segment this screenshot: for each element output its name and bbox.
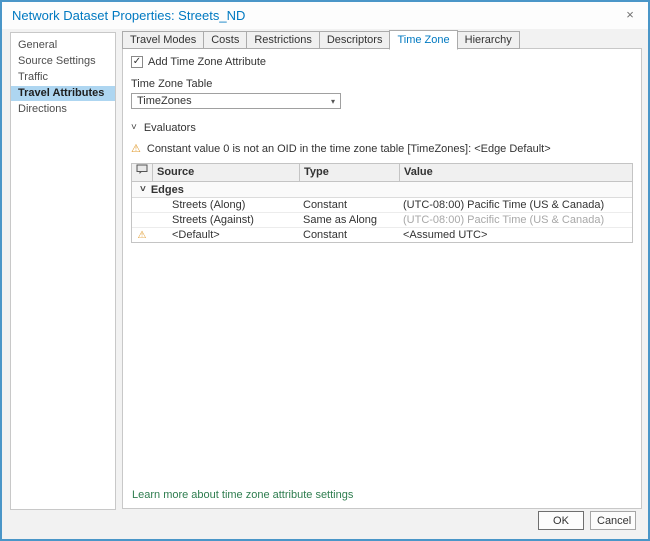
chevron-down-icon: ˅ bbox=[140, 185, 146, 195]
tab-hierarchy[interactable]: Hierarchy bbox=[458, 31, 520, 49]
value-cell: <Assumed UTC> bbox=[399, 229, 632, 241]
cancel-button[interactable]: Cancel bbox=[590, 511, 636, 530]
title-bar: Network Dataset Properties: Streets_ND × bbox=[2, 2, 648, 29]
table-row[interactable]: Streets (Along) Constant (UTC-08:00) Pac… bbox=[132, 198, 632, 213]
type-cell: Constant bbox=[299, 199, 399, 211]
tab-descriptors[interactable]: Descriptors bbox=[319, 31, 390, 49]
warning-icon: ⚠ bbox=[138, 230, 147, 241]
sidebar-item-traffic[interactable]: Traffic bbox=[11, 70, 115, 85]
source-cell: Streets (Against) bbox=[152, 214, 299, 226]
sidebar-item-travel-attributes[interactable]: Travel Attributes bbox=[11, 86, 115, 101]
value-cell: (UTC-08:00) Pacific Time (US & Canada) bbox=[399, 214, 632, 226]
evaluators-table: Source Type Value ˅ Edges Streets (Along… bbox=[131, 163, 633, 243]
chevron-down-icon: ˅ bbox=[131, 123, 137, 133]
time-zone-table-value: TimeZones bbox=[137, 95, 192, 107]
comment-icon bbox=[136, 164, 148, 175]
source-cell: Streets (Along) bbox=[152, 199, 299, 211]
type-cell: Same as Along bbox=[299, 214, 399, 226]
add-time-zone-attribute-checkbox[interactable]: ✓ bbox=[131, 56, 143, 68]
close-icon: × bbox=[626, 7, 634, 22]
type-cell: Constant bbox=[299, 229, 399, 241]
sidebar-item-directions[interactable]: Directions bbox=[11, 102, 115, 117]
table-row[interactable]: Streets (Against) Same as Along (UTC-08:… bbox=[132, 213, 632, 228]
tab-restrictions[interactable]: Restrictions bbox=[246, 31, 318, 49]
checkmark-icon: ✓ bbox=[133, 56, 141, 67]
row-status-cell: ⚠ bbox=[132, 229, 152, 241]
ok-button[interactable]: OK bbox=[538, 511, 584, 530]
add-time-zone-attribute-row: ✓ Add Time Zone Attribute bbox=[131, 56, 633, 68]
value-column-header: Value bbox=[399, 164, 632, 181]
tab-strip: Travel Modes Costs Restrictions Descript… bbox=[122, 31, 520, 49]
dropdown-arrow-icon: ▾ bbox=[331, 97, 335, 106]
tab-time-zone[interactable]: Time Zone bbox=[389, 30, 457, 50]
status-column-header bbox=[132, 164, 152, 181]
warning-icon: ⚠ bbox=[131, 144, 141, 155]
tab-costs[interactable]: Costs bbox=[203, 31, 246, 49]
time-zone-panel: ✓ Add Time Zone Attribute Time Zone Tabl… bbox=[122, 48, 642, 509]
value-cell: (UTC-08:00) Pacific Time (US & Canada) bbox=[399, 199, 632, 211]
network-dataset-properties-dialog: Network Dataset Properties: Streets_ND ×… bbox=[0, 0, 650, 541]
sidebar-item-source-settings[interactable]: Source Settings bbox=[11, 54, 115, 69]
evaluators-section-header[interactable]: ˅ Evaluators bbox=[131, 122, 633, 134]
warning-text: Constant value 0 is not an OID in the ti… bbox=[147, 143, 551, 155]
edges-group-label: Edges bbox=[151, 184, 184, 196]
learn-more-link[interactable]: Learn more about time zone attribute set… bbox=[132, 489, 353, 501]
time-zone-table-dropdown[interactable]: TimeZones ▾ bbox=[131, 93, 341, 109]
source-column-header: Source bbox=[152, 164, 299, 181]
table-header-row: Source Type Value bbox=[132, 164, 632, 182]
sidebar-item-general[interactable]: General bbox=[11, 38, 115, 53]
source-cell: <Default> bbox=[152, 229, 299, 241]
table-row[interactable]: ⚠ <Default> Constant <Assumed UTC> bbox=[132, 228, 632, 242]
time-zone-table-label: Time Zone Table bbox=[131, 78, 633, 90]
type-column-header: Type bbox=[299, 164, 399, 181]
tab-travel-modes[interactable]: Travel Modes bbox=[122, 31, 203, 49]
add-time-zone-attribute-label: Add Time Zone Attribute bbox=[148, 56, 266, 68]
warning-message-row: ⚠ Constant value 0 is not an OID in the … bbox=[131, 143, 633, 155]
edges-group-row[interactable]: ˅ Edges bbox=[132, 182, 632, 198]
sidebar: General Source Settings Traffic Travel A… bbox=[10, 32, 116, 510]
close-button[interactable]: × bbox=[622, 7, 638, 23]
dialog-title: Network Dataset Properties: Streets_ND bbox=[12, 8, 245, 23]
evaluators-label: Evaluators bbox=[144, 122, 196, 134]
